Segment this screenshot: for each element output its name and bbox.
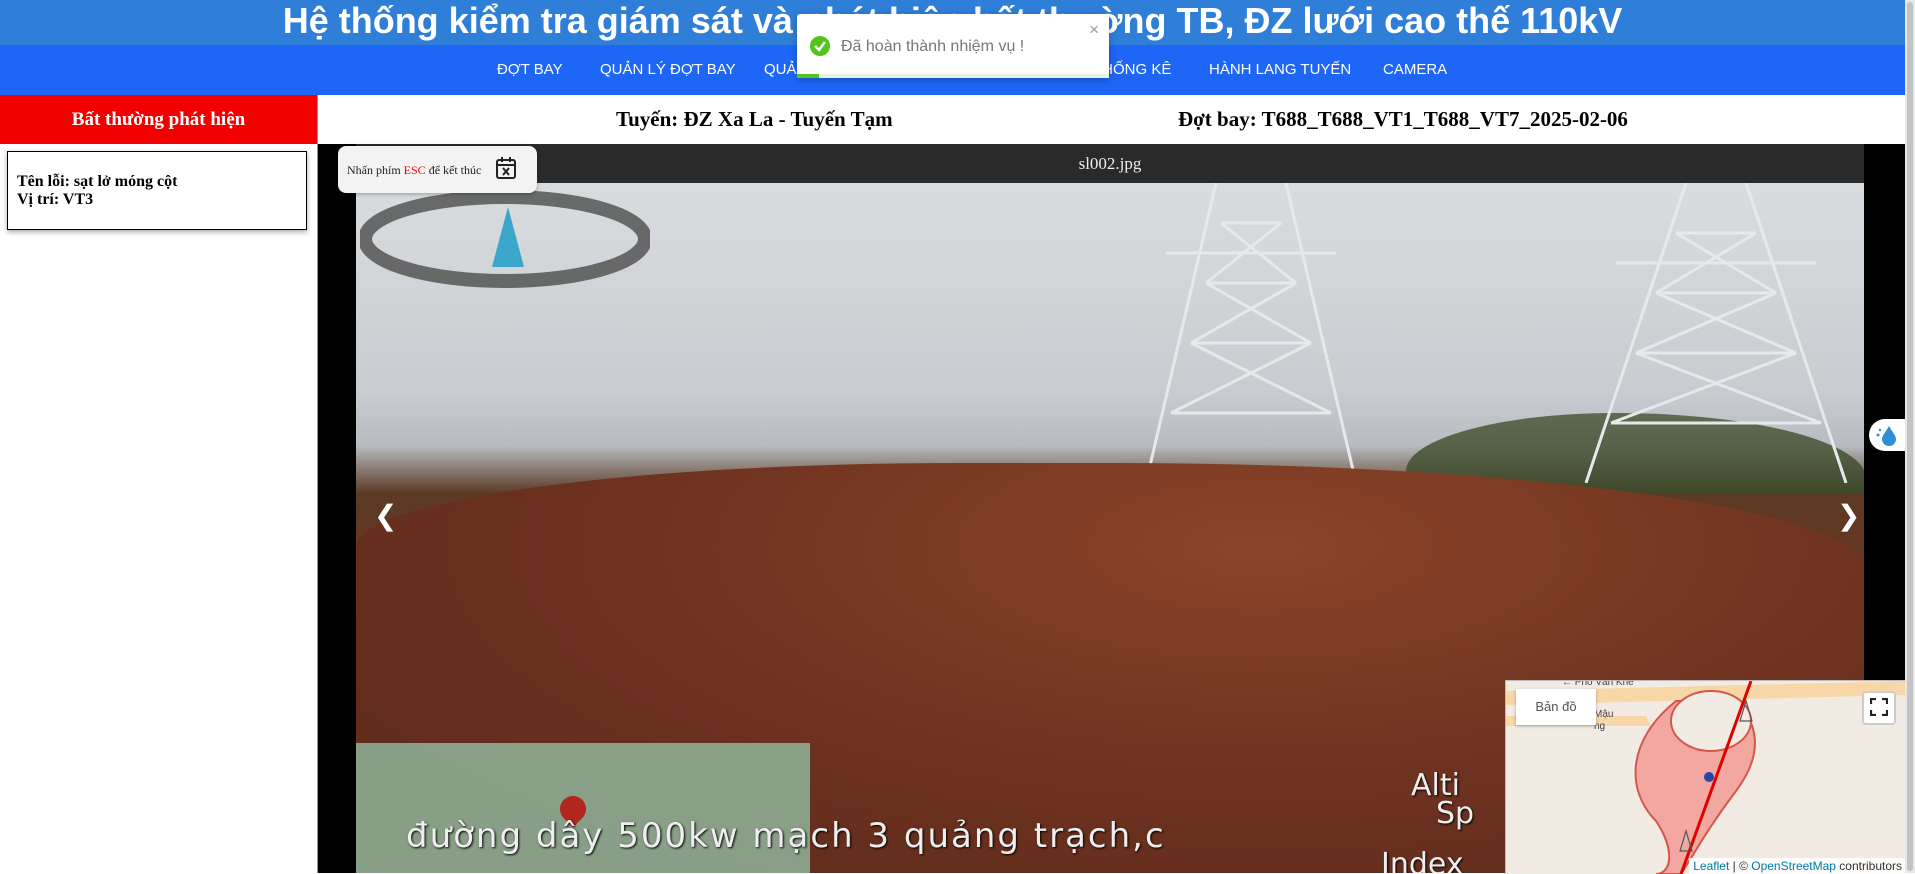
nav-hanh-lang-tuyen[interactable]: HÀNH LANG TUYẾN xyxy=(1209,45,1351,95)
esc-key-label: ESC xyxy=(403,163,426,177)
transmission-tower-left xyxy=(1144,183,1358,483)
nav-dot-bay[interactable]: ĐỢT BAY xyxy=(497,45,563,95)
water-drop-button[interactable] xyxy=(1869,419,1905,451)
map-title-label: Bản đồ xyxy=(1516,689,1596,725)
leaflet-link[interactable]: Leaflet xyxy=(1693,859,1729,873)
photo-caption: đường dây 500kw mạch 3 quảng trạch,c xyxy=(406,816,1166,856)
flight-label: Đợt bay: T688_T688_VT1_T688_VT7_2025-02-… xyxy=(1178,107,1628,131)
page-scrollbar[interactable] xyxy=(1905,0,1915,873)
attrib-sep: | © xyxy=(1729,859,1752,873)
route-label: Tuyến: ĐZ Xa La - Tuyến Tạm xyxy=(616,107,893,131)
transmission-tower-right xyxy=(1584,183,1848,483)
attrib-contrib: contributors xyxy=(1835,859,1902,873)
calendar-close-icon[interactable] xyxy=(495,156,517,180)
esc-hint-text: Nhấn phím ESC để kết thúc xyxy=(347,163,481,178)
nav-camera[interactable]: CAMERA xyxy=(1383,45,1447,95)
water-drop-icon xyxy=(1876,426,1896,446)
nav-quan-ly-dot-bay[interactable]: QUẢN LÝ ĐỢT BAY xyxy=(600,45,736,95)
map-attribution: Leaflet | © OpenStreetMap contributors xyxy=(1689,858,1906,874)
esc-hint-after: để kết thúc xyxy=(428,163,482,177)
toast-progress-bar xyxy=(797,74,819,78)
photo-speed-text: Sp xyxy=(1436,796,1475,831)
scrollbar-thumb[interactable] xyxy=(1907,2,1913,871)
map-area-label: Mậu xyxy=(1594,709,1614,720)
info-bar: Tuyến: ĐZ Xa La - Tuyến Tạm Đợt bay: T68… xyxy=(318,95,1905,145)
compass-overlay xyxy=(360,190,650,288)
fullscreen-icon xyxy=(1869,697,1889,717)
anomaly-name: Tên lỗi: sạt lở móng cột xyxy=(17,173,178,190)
success-toast: Đã hoàn thành nhiệm vụ ! × xyxy=(797,14,1109,78)
anomaly-card[interactable]: Tên lỗi: sạt lở móng cột Vị trí: VT3 xyxy=(7,151,307,230)
prev-image-button[interactable]: ❮ xyxy=(374,499,397,532)
esc-hint-before: Nhấn phím xyxy=(347,163,401,177)
toast-message: Đã hoàn thành nhiệm vụ ! xyxy=(841,38,1025,55)
check-circle-icon xyxy=(810,36,830,56)
fullscreen-button[interactable] xyxy=(1862,691,1896,725)
anomaly-position: Vị trí: VT3 xyxy=(17,191,94,208)
osm-link[interactable]: OpenStreetMap xyxy=(1751,859,1836,873)
toast-progress-track xyxy=(819,74,1109,78)
anomaly-panel-header: Bất thường phát hiện xyxy=(0,95,317,144)
photo-index-text: Index xyxy=(1381,847,1464,873)
map-street-label: ← Phố Văn Khê xyxy=(1562,680,1634,688)
image-filename: sl002.jpg xyxy=(356,144,1864,183)
toast-close-button[interactable]: × xyxy=(1089,20,1099,40)
esc-hint-box: Nhấn phím ESC để kết thúc xyxy=(338,146,537,193)
mini-map[interactable]: ← Phố Văn Khê Mậu ng Bản đồ Leaflet | © … xyxy=(1505,680,1906,874)
next-image-button[interactable]: ❯ xyxy=(1837,499,1860,532)
